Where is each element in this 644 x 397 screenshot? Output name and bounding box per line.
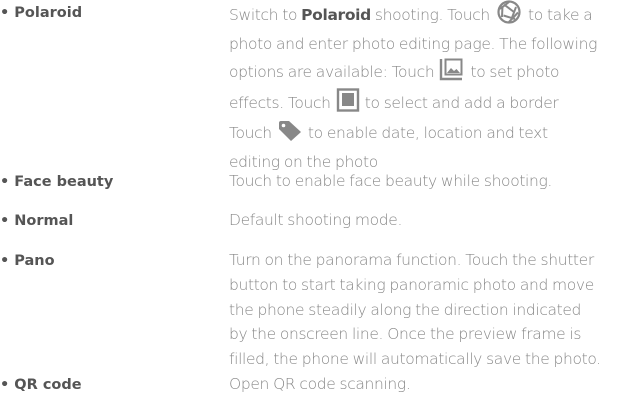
desc-normal: Default shooting mode. xyxy=(229,208,644,233)
bullet: • xyxy=(0,377,10,393)
desc-face-beauty: Touch to enable face beauty while shooti… xyxy=(229,169,644,194)
desc-line: photo and enter photo editing page. The … xyxy=(229,34,598,53)
desc-text: effects. Touch xyxy=(229,94,335,113)
bullet: • xyxy=(0,213,10,229)
border-frame-icon xyxy=(336,88,360,120)
desc-qr-code: Open QR code scanning. xyxy=(229,372,644,397)
term-label: Pano xyxy=(14,253,55,269)
term-polaroid: • Polaroid xyxy=(0,3,82,23)
desc-line: effects. Touch to select and add a borde… xyxy=(229,88,644,120)
term-normal: • Normal xyxy=(0,211,73,231)
desc-pano: Turn on the panorama function. Touch the… xyxy=(229,248,644,372)
desc-bold-text: Polaroid xyxy=(301,6,371,24)
desc-text: to take a xyxy=(523,6,593,24)
bullet: • xyxy=(0,253,10,269)
desc-line: Touch to enable face beauty while shooti… xyxy=(229,172,553,190)
desc-line: Default shooting mode. xyxy=(229,211,403,229)
shutter-aperture-icon xyxy=(495,0,523,32)
desc-line: Open QR code scanning. xyxy=(229,375,411,393)
term-label: QR code xyxy=(14,377,82,393)
bullet: • xyxy=(0,5,10,21)
bullet: • xyxy=(0,174,10,190)
term-label: Polaroid xyxy=(14,5,83,21)
camera-modes-list: • Polaroid Switch to Polaroid shooting. T… xyxy=(0,0,644,397)
desc-line: the phone steadily along the direction i… xyxy=(229,300,582,319)
desc-line: filled, the phone will automatically sav… xyxy=(229,350,601,369)
term-pano: • Pano xyxy=(0,251,55,271)
photo-effects-icon xyxy=(439,57,465,89)
tag-icon xyxy=(277,120,303,150)
desc-line: by the onscreen line. Once the preview f… xyxy=(229,325,582,344)
term-face-beauty: • Face beauty xyxy=(0,172,113,192)
desc-line: Turn on the panorama function. Touch the… xyxy=(229,251,594,269)
desc-text: to select and add a border xyxy=(360,94,559,113)
desc-text: shooting. Touch xyxy=(370,6,494,24)
desc-line: button to start taking panoramic photo a… xyxy=(229,275,594,294)
term-label: Face beauty xyxy=(14,174,114,190)
desc-line: Switch to Polaroid shooting. Touch to ta… xyxy=(229,0,644,32)
desc-text: Switch to xyxy=(229,6,302,24)
desc-line: options are available: Touch to set phot… xyxy=(229,57,644,89)
desc-text: Touch xyxy=(229,124,276,143)
term-label: Normal xyxy=(14,213,74,229)
desc-line: Touch to enable date, location and text xyxy=(229,120,644,150)
desc-text: options are available: Touch xyxy=(229,62,439,81)
desc-text: to set photo xyxy=(466,62,560,81)
desc-text: to enable date, location and text xyxy=(303,124,548,143)
desc-polaroid: Switch to Polaroid shooting. Touch to ta… xyxy=(229,0,644,175)
term-qr-code: • QR code xyxy=(0,375,82,395)
